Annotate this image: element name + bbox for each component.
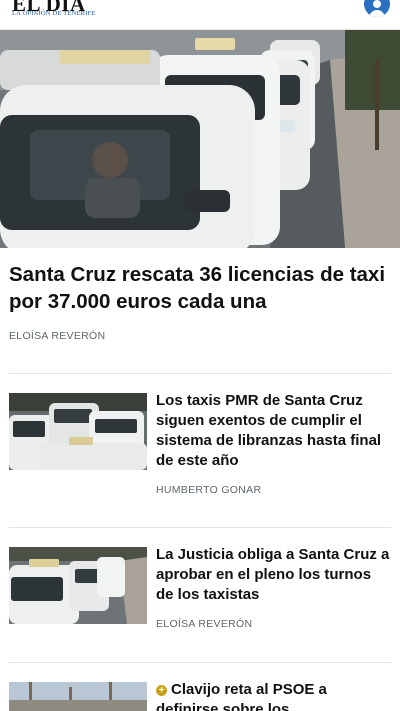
lead-article-author[interactable]: ELOÍSA REVERÓN: [9, 330, 105, 342]
lead-article-image[interactable]: [0, 30, 400, 248]
article-title-text: Clavijo reta al PSOE a definirse sobre l…: [156, 681, 327, 711]
divider: [9, 662, 391, 663]
premium-plus-icon: +: [156, 685, 167, 696]
article-title[interactable]: + Clavijo reta al PSOE a definirse sobre …: [156, 680, 392, 711]
article-title[interactable]: Los taxis PMR de Santa Cruz siguen exent…: [156, 391, 392, 471]
site-header: EL DÍA LA OPINIÓN DE TENERIFE: [0, 0, 400, 30]
divider: [9, 527, 391, 528]
article-thumbnail[interactable]: [9, 547, 147, 624]
divider: [9, 373, 391, 374]
user-account-icon[interactable]: [364, 0, 390, 17]
lead-article-title[interactable]: Santa Cruz rescata 36 licencias de taxi …: [9, 261, 389, 315]
article-thumbnail[interactable]: [9, 393, 147, 470]
site-tagline: LA OPINIÓN DE TENERIFE: [12, 10, 96, 17]
article-author[interactable]: HUMBERTO GONAR: [156, 484, 261, 496]
article-author[interactable]: ELOÍSA REVERÓN: [156, 618, 252, 630]
article-thumbnail[interactable]: [9, 682, 147, 711]
article-title[interactable]: La Justicia obliga a Santa Cruz a aproba…: [156, 545, 392, 605]
